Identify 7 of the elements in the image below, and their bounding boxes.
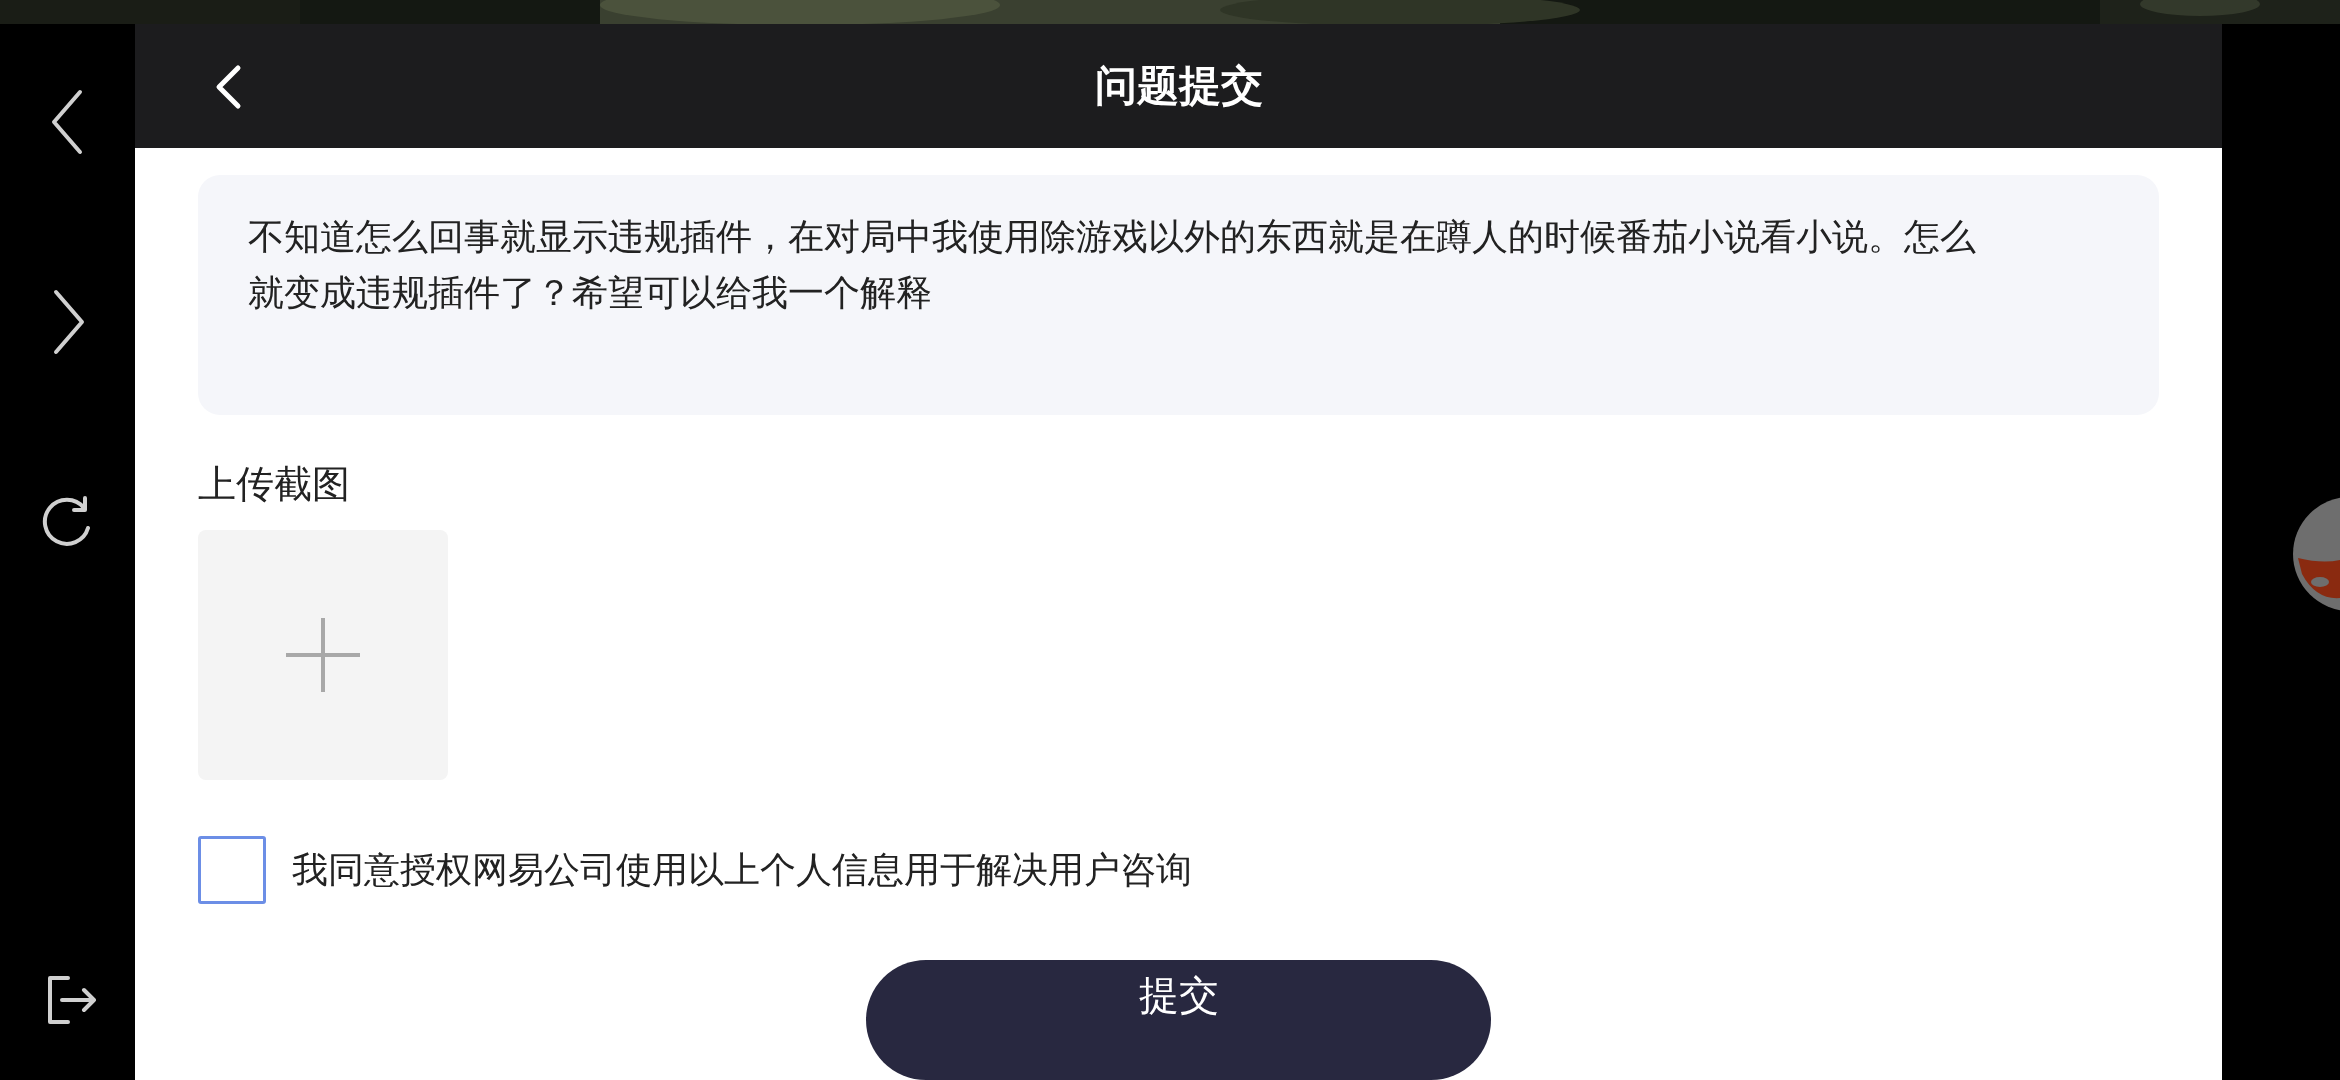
description-field[interactable]: 不知道怎么回事就显示违规插件，在对局中我使用除游戏以外的东西就是在蹲人的时候番茄小说看小说。怎么就变成违规插件了？希望可以给我一个解释 xyxy=(198,175,2159,415)
submit-button[interactable]: 提交 xyxy=(866,960,1491,1080)
consent-label: 我同意授权网易公司使用以上个人信息用于解决用户咨询 xyxy=(292,847,1192,892)
page-title: 问题提交 xyxy=(1094,60,1263,112)
consent-checkbox[interactable] xyxy=(198,836,266,904)
plus-icon xyxy=(284,616,362,694)
upload-label: 上传截图 xyxy=(198,461,351,508)
